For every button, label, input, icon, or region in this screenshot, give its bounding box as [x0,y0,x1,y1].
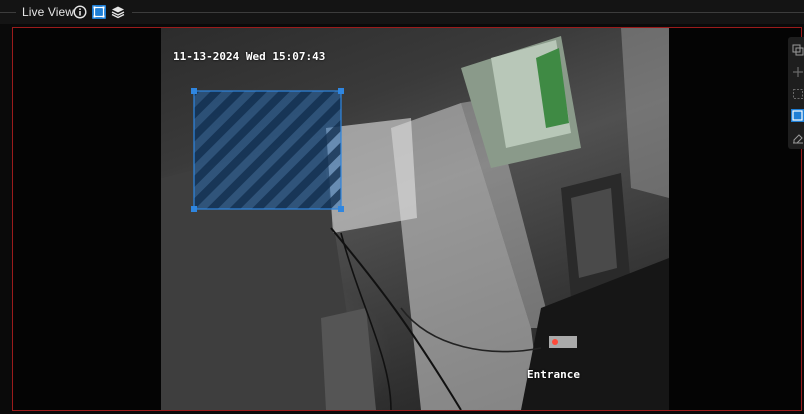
add-point-icon[interactable] [791,65,804,78]
page-title: Live View [22,5,75,19]
header-divider-left [0,12,16,13]
header-divider [132,12,804,13]
region-draw-icon[interactable] [92,5,106,19]
layers-icon[interactable] [111,5,125,19]
info-icon[interactable] [73,5,87,19]
camera-scene [161,28,669,410]
eraser-icon[interactable] [791,131,804,144]
detection-region[interactable] [191,88,344,212]
copy-region-icon[interactable] [791,43,804,56]
region-handle-top-right [338,88,344,94]
region-handle-bottom-left [191,206,197,212]
live-view-header: Live View [0,0,804,24]
draw-rectangle-icon[interactable] [791,109,804,122]
live-view-frame[interactable]: 11-13-2024 Wed 15:07:43 Entrance [12,27,802,411]
osd-channel-name: Entrance [527,368,580,381]
select-region-icon[interactable] [791,87,804,100]
osd-timestamp: 11-13-2024 Wed 15:07:43 [173,50,326,63]
camera-video[interactable]: 11-13-2024 Wed 15:07:43 Entrance [161,28,669,410]
region-handle-top-left [191,88,197,94]
region-handle-bottom-right [338,206,344,212]
drawing-toolbar [788,37,804,149]
